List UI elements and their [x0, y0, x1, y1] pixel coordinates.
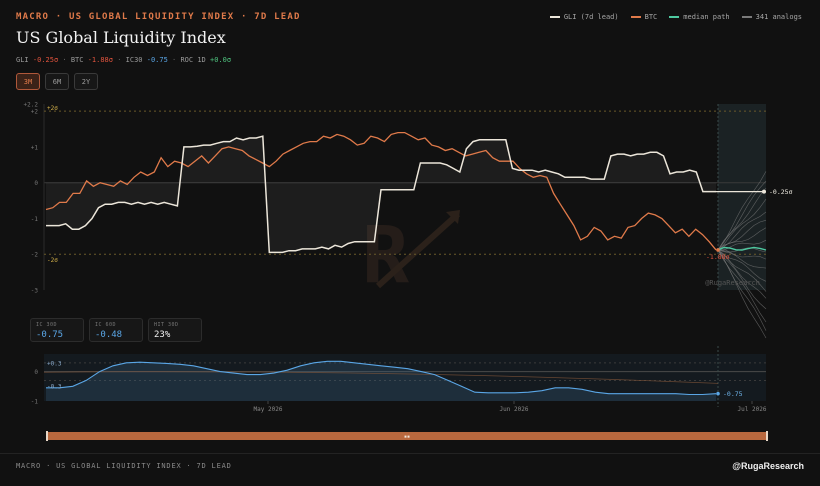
metric-card-ic60: IC 60D -0.48 — [89, 318, 143, 342]
card-value: -0.48 — [95, 330, 123, 340]
card-label: HIT 30D — [154, 322, 179, 328]
y-tick-label: 0 — [34, 180, 38, 187]
metric-card-ic30: IC 30D -0.75 — [30, 318, 84, 342]
scrubber-left-handle[interactable] — [46, 431, 48, 441]
x-tick-label: Jul 2026 — [738, 406, 767, 413]
gli-end-label: -0.25σ — [769, 188, 793, 196]
card-value: 23% — [154, 330, 171, 340]
gli-end-dot — [762, 189, 766, 194]
metric-card-hit: HIT 30D 23% — [148, 318, 202, 342]
ic-y-tick-label: +0.3 — [47, 360, 62, 367]
upper-band-label: +2σ — [47, 105, 58, 112]
footer-divider — [0, 453, 820, 454]
y-tick-label: -2 — [31, 252, 39, 259]
footer-kicker: MACRO · US GLOBAL LIQUIDITY INDEX · 7D L… — [16, 462, 232, 470]
dashboard-frame: MACRO · US GLOBAL LIQUIDITY INDEX · 7D L… — [0, 0, 820, 486]
ic-y-tick-label: -1 — [31, 399, 39, 406]
x-tick-label: Jun 2026 — [500, 406, 529, 413]
footer-brand-block: @RugaResearch — [732, 461, 804, 471]
y-tick-label: +1 — [31, 144, 39, 151]
ic-y-tick-label: 0 — [34, 369, 38, 376]
watermark-text: @RugaResearch — [705, 279, 760, 287]
gli-main-chart: R +2.2+2+10-1-2-3+2σ-2σ-0.25σ-1.88σ+0.30… — [24, 102, 793, 414]
card-label: IC 30D — [36, 322, 58, 328]
card-label: IC 60D — [95, 322, 117, 328]
card-value: -0.75 — [36, 330, 64, 340]
y-tick-label: +2.2 — [24, 102, 39, 109]
y-tick-label: -1 — [31, 216, 39, 223]
footer-brand[interactable]: @RugaResearch — [732, 461, 804, 471]
ic-end-dot — [716, 391, 720, 396]
y-tick-label: -3 — [31, 288, 39, 295]
scrubber-grip-icon[interactable]: ▪▪ — [404, 434, 410, 440]
ic-end-label: -0.75 — [723, 390, 743, 398]
btc-end-dot — [716, 248, 720, 252]
ic-y-tick-label: -0.3 — [47, 383, 62, 390]
lower-band-label: -2σ — [47, 257, 58, 264]
btc-end-label: -1.88σ — [706, 253, 730, 261]
y-tick-label: +2 — [31, 109, 39, 116]
scrubber-right-handle[interactable] — [766, 431, 768, 441]
x-tick-label: May 2026 — [254, 406, 283, 413]
timeline-scrubber[interactable]: ▪▪ — [46, 431, 768, 441]
